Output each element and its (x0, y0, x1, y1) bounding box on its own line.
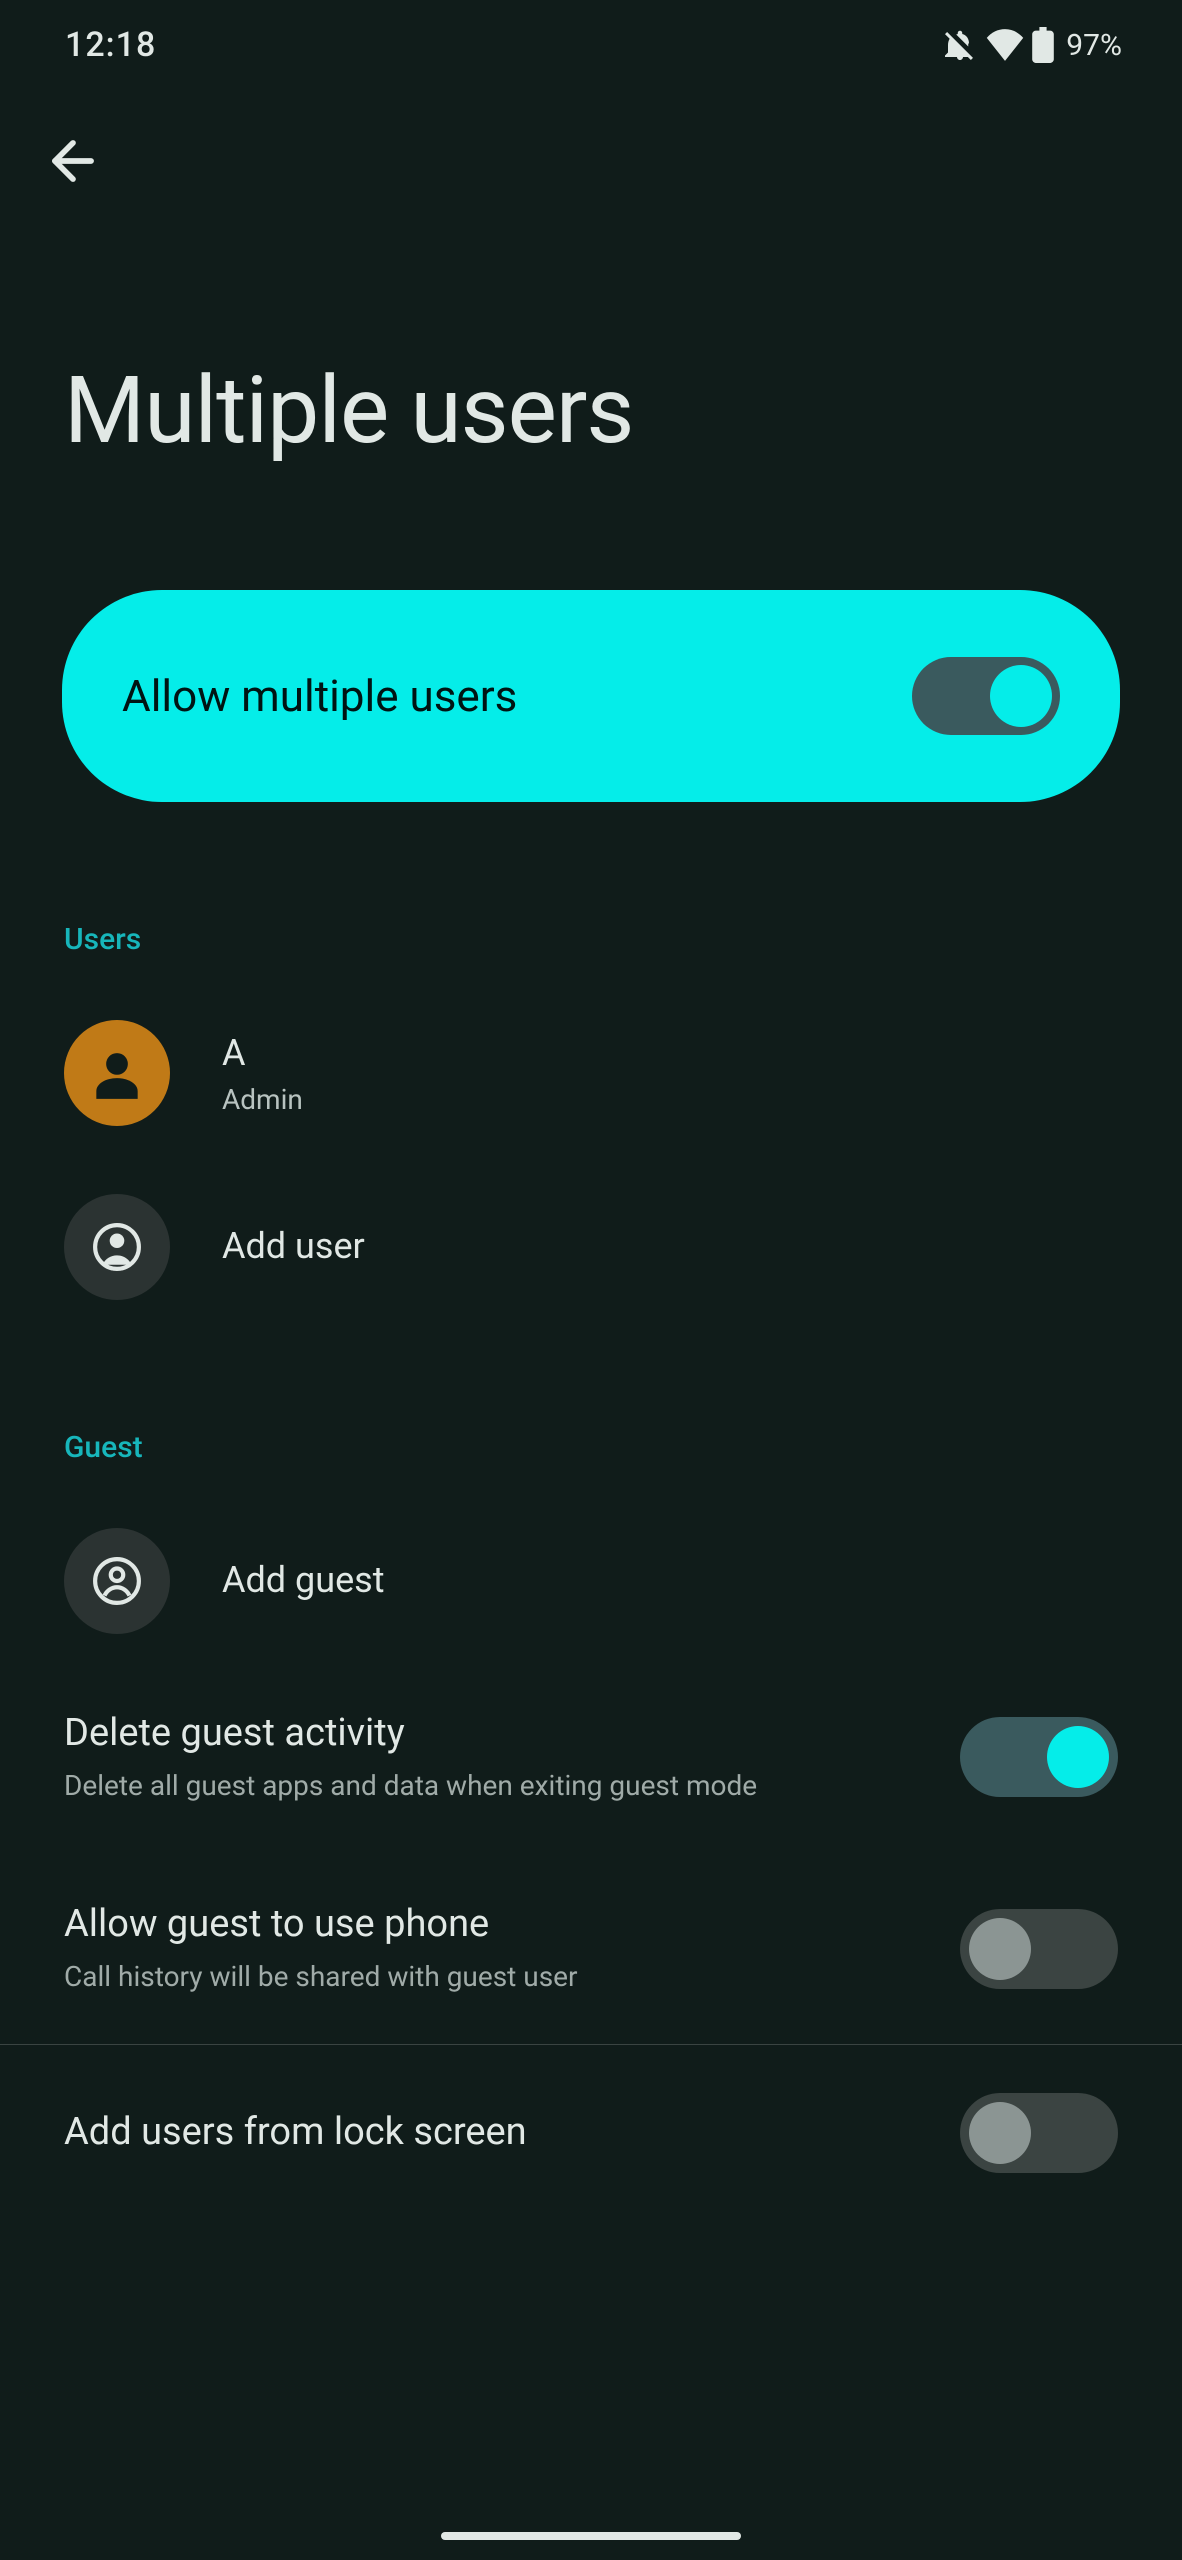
user-avatar-icon (64, 1020, 170, 1126)
delete-guest-activity-toggle[interactable] (960, 1717, 1118, 1797)
user-name: A (222, 1030, 303, 1077)
add-user-icon (64, 1194, 170, 1300)
add-users-lockscreen-item[interactable]: Add users from lock screen (0, 2045, 1182, 2221)
allow-guest-phone-title: Allow guest to use phone (64, 1901, 874, 1949)
status-time: 12:18 (65, 25, 156, 65)
add-guest-icon (64, 1528, 170, 1634)
add-guest-item[interactable]: Add guest (0, 1500, 1182, 1662)
page-title: Multiple users (0, 192, 1182, 460)
battery-percentage: 97% (1066, 28, 1122, 63)
guest-section-header: Guest (0, 1340, 1182, 1500)
delete-guest-activity-item[interactable]: Delete guest activity Delete all guest a… (0, 1662, 1182, 1853)
navigation-handle[interactable] (441, 2532, 741, 2540)
delete-guest-activity-desc: Delete all guest apps and data when exit… (64, 1767, 874, 1805)
allow-multiple-users-card[interactable]: Allow multiple users (62, 590, 1120, 802)
allow-guest-phone-toggle[interactable] (960, 1909, 1118, 1989)
user-list-item-admin[interactable]: A Admin (0, 992, 1182, 1154)
wifi-icon (986, 29, 1024, 61)
users-section-header: Users (0, 802, 1182, 992)
back-button[interactable] (42, 130, 104, 192)
status-bar: 12:18 97% (0, 0, 1182, 90)
user-role: Admin (222, 1083, 303, 1116)
add-users-lockscreen-title: Add users from lock screen (64, 2109, 874, 2157)
allow-guest-phone-item[interactable]: Allow guest to use phone Call history wi… (0, 1853, 1182, 2044)
allow-guest-phone-desc: Call history will be shared with guest u… (64, 1958, 874, 1996)
battery-icon (1032, 27, 1054, 63)
status-right: 97% (942, 27, 1122, 63)
add-users-lockscreen-toggle[interactable] (960, 2093, 1118, 2173)
add-user-item[interactable]: Add user (0, 1154, 1182, 1340)
add-guest-label: Add guest (222, 1557, 385, 1604)
allow-multiple-users-toggle[interactable] (912, 657, 1060, 735)
allow-multiple-users-label: Allow multiple users (122, 670, 517, 722)
notifications-off-icon (942, 27, 978, 63)
delete-guest-activity-title: Delete guest activity (64, 1710, 874, 1758)
add-user-label: Add user (222, 1223, 365, 1270)
